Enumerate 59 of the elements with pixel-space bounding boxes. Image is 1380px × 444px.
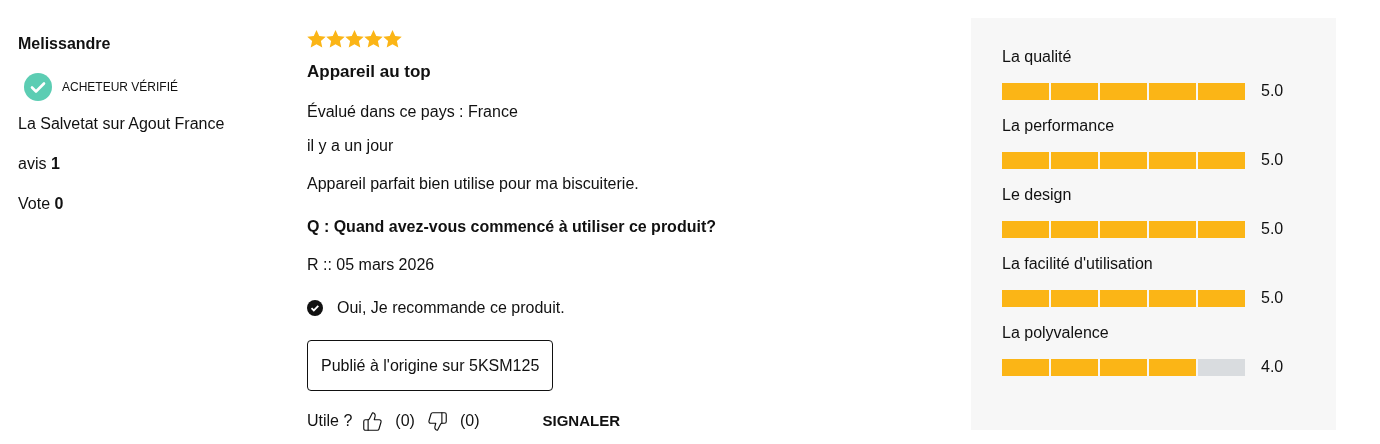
recommend-text: Oui, Je recommande ce produit. [337, 298, 565, 318]
rating-segment [1149, 82, 1196, 100]
helpful-count: (0) [395, 411, 415, 431]
star-icon [326, 30, 345, 48]
rating-segment [1149, 289, 1196, 307]
reviewer-name: Melissandre [18, 34, 112, 54]
rating-segment [1100, 82, 1147, 100]
report-button[interactable]: SIGNALER [542, 409, 620, 433]
rating-segment [1002, 289, 1049, 307]
rating-segment [1100, 151, 1147, 169]
rating-segment [1149, 151, 1196, 169]
star-icon [345, 30, 364, 48]
rating-segment [1149, 358, 1196, 376]
rating-segment [1100, 358, 1147, 376]
review-body: Appareil parfait bien utilise pour ma biscuiterie. [307, 174, 639, 194]
rating-segment [1002, 82, 1049, 100]
thumbs-up-icon[interactable] [362, 410, 384, 432]
verified-label: ACHETEUR VÉRIFIÉ [62, 78, 178, 96]
rating-segment [1198, 82, 1245, 100]
rating-label: La facilité d'utilisation [1002, 254, 1154, 274]
rating-value: 5.0 [1261, 81, 1284, 101]
rating-value: 5.0 [1261, 219, 1284, 239]
rating-label: Le design [1002, 185, 1073, 205]
rating-segment [1198, 220, 1245, 238]
rating-segment [1051, 220, 1098, 238]
star-icon [307, 30, 326, 48]
rating-label: La qualité [1002, 47, 1073, 67]
star-icon [364, 30, 383, 48]
rating-value: 4.0 [1261, 357, 1284, 377]
rating-segment [1198, 289, 1245, 307]
rating-segment [1149, 220, 1196, 238]
question-text: Q : Quand avez-vous commencé à utiliser ce produit? [307, 217, 716, 237]
rating-segment [1051, 358, 1098, 376]
star-icon [383, 30, 402, 48]
rating-value: 5.0 [1261, 150, 1284, 170]
rating-segment [1002, 151, 1049, 169]
thumbs-down-icon[interactable] [426, 410, 448, 432]
rating-segment [1198, 358, 1245, 376]
origin-button[interactable]: Publié à l'origine sur 5KSM125 [307, 340, 554, 391]
rating-label: La performance [1002, 116, 1116, 136]
review-count: avis 1 [18, 154, 61, 174]
rating-segment [1100, 289, 1147, 307]
unhelpful-count: (0) [459, 411, 480, 431]
rating-value: 5.0 [1261, 288, 1284, 308]
rating-segment [1051, 289, 1098, 307]
review-country: Évalué dans ce pays : France [307, 101, 518, 122]
rating-segment [1002, 220, 1049, 238]
rating-segment [1051, 151, 1098, 169]
vote-count: Vote 0 [18, 194, 65, 214]
rating-segment [1100, 220, 1147, 238]
review-title: Appareil au top [307, 61, 431, 83]
rating-segment [1002, 358, 1049, 376]
rating-segment [1051, 82, 1098, 100]
rating-segment [1198, 151, 1245, 169]
review-date: il y a un jour [307, 136, 394, 156]
rating-label: La polyvalence [1002, 323, 1110, 343]
reviewer-location: La Salvetat sur Agout France [18, 114, 226, 134]
helpful-label: Utile ? [307, 411, 353, 431]
answer-text: R :: 05 mars 2026 [307, 255, 435, 275]
